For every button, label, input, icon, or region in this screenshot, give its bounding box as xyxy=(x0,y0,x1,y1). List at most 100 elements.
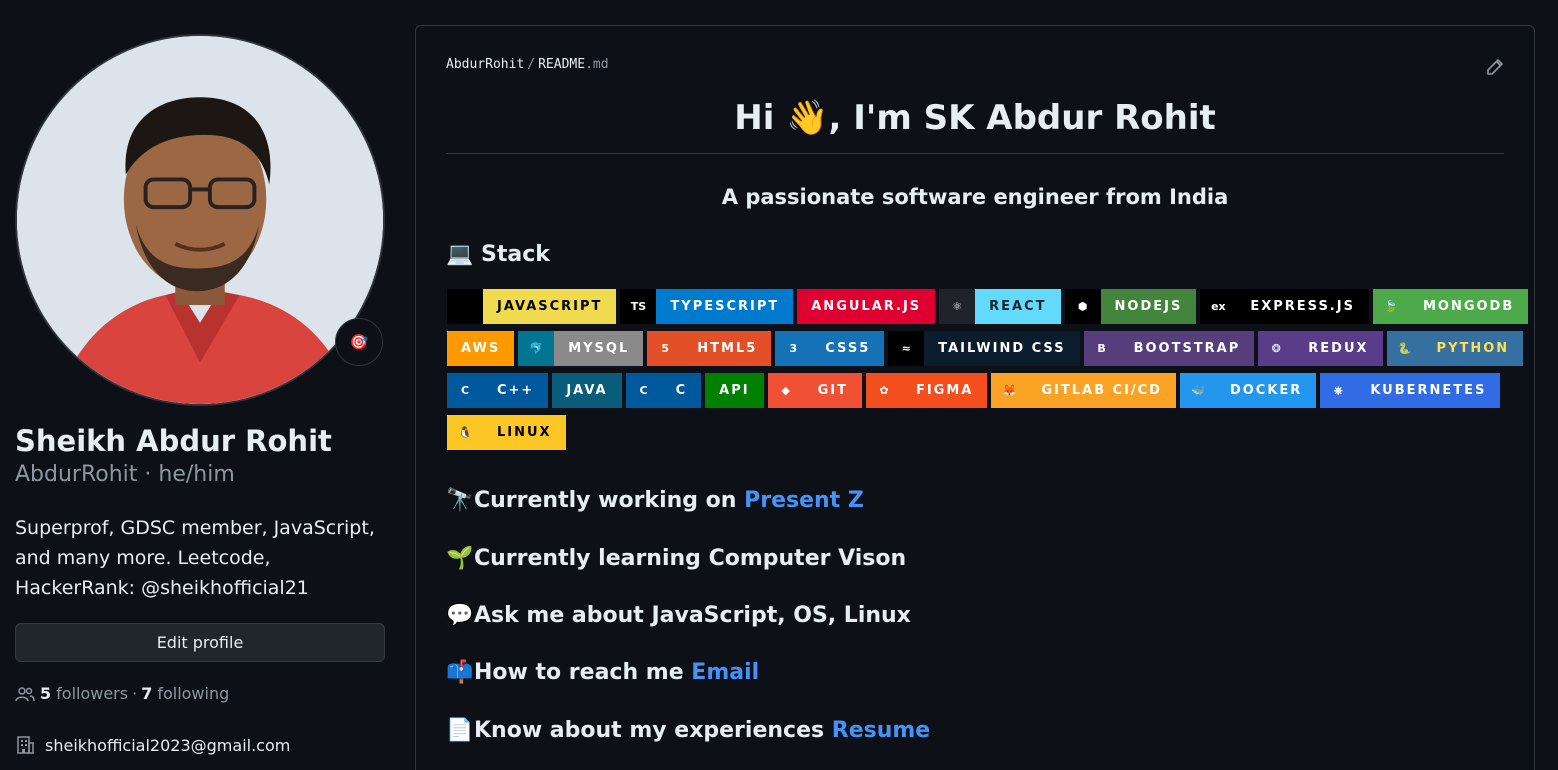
email-link[interactable]: sheikhofficial2023@gmail.com xyxy=(45,736,290,755)
python-logo-icon: 🐍 xyxy=(1386,331,1423,366)
status-emoji-button[interactable]: 🎯 xyxy=(335,318,383,366)
badge-mongodb[interactable]: 🍃 MONGODB xyxy=(1372,289,1529,324)
badge-docker[interactable]: 🐳 DOCKER xyxy=(1179,373,1317,408)
badge-label: TYPESCRIPT xyxy=(656,289,794,324)
badge-label: AWS xyxy=(447,331,515,366)
badge-tailwind-css[interactable]: ≈ TAILWIND CSS xyxy=(888,331,1080,366)
badge-row: 🐧 LINUX xyxy=(447,415,1517,450)
followers-count: 5 xyxy=(40,684,52,703)
nodejs-logo-icon: ⬢ xyxy=(1064,289,1101,324)
badge-label: TAILWIND CSS xyxy=(924,331,1080,366)
css5-logo-icon: 3 xyxy=(775,331,812,366)
working-on-line: 🔭Currently working on Present Z xyxy=(446,488,864,513)
ask-me-line: 💬Ask me about JavaScript, OS, Linux xyxy=(446,603,911,628)
experience-line: 📄Know about my experiences Resume xyxy=(446,718,930,743)
email-readme-link[interactable]: Email xyxy=(691,660,759,685)
badge-nodejs[interactable]: ⬢ NODEJS xyxy=(1064,289,1197,324)
badge-typescript[interactable]: TS TYPESCRIPT xyxy=(620,289,794,324)
badge-label: KUBERNETES xyxy=(1356,373,1501,408)
badge-java[interactable]: JAVA xyxy=(552,373,622,408)
email-row: sheikhofficial2023@gmail.com xyxy=(15,735,290,755)
edit-profile-button[interactable]: Edit profile xyxy=(15,623,385,662)
badge-express-js[interactable]: ex EXPRESS.JS xyxy=(1200,289,1369,324)
following-count: 7 xyxy=(141,684,153,703)
badge-aws[interactable]: AWS xyxy=(447,331,515,366)
badge-label: GIT xyxy=(803,373,862,408)
badge-bootstrap[interactable]: B BOOTSTRAP xyxy=(1083,331,1255,366)
tech-badges: JS JAVASCRIPT TS TYPESCRIPT ANGULAR.JS ⚛ REACT… xyxy=(447,289,1529,457)
badge-row: C C++ JAVA C C API ◆ GIT ✿ FIGMA 🦊 GITLAB CI/CD 🐳 DOC… xyxy=(447,373,1517,408)
linux-logo-icon: 🐧 xyxy=(447,415,483,450)
badge-kubernetes[interactable]: ⎈ KUBERNETES xyxy=(1320,373,1501,408)
badge-redux[interactable]: ❂ REDUX xyxy=(1258,331,1383,366)
badge-label: ANGULAR.JS xyxy=(797,289,936,324)
learning-line: 🌱Currently learning Computer Vison xyxy=(446,546,906,571)
readme-breadcrumb: AbdurRohit / README.md xyxy=(446,57,609,72)
badge-label: FIGMA xyxy=(901,373,988,408)
bootstrap-logo-icon: B xyxy=(1083,331,1120,366)
pencil-icon[interactable] xyxy=(1486,58,1504,76)
mongodb-logo-icon: 🍃 xyxy=(1372,289,1409,324)
badge-html5[interactable]: 5 HTML5 xyxy=(647,331,772,366)
profile-full-name: Sheikh Abdur Rohit xyxy=(15,424,332,458)
badge-label: GITLAB CI/CD xyxy=(1027,373,1176,408)
resume-link[interactable]: Resume xyxy=(832,718,930,743)
c-logo-icon: C xyxy=(447,373,483,408)
badge-react[interactable]: ⚛ REACT xyxy=(939,289,1061,324)
badge-label: C xyxy=(661,373,702,408)
experience-text: Know about my experiences xyxy=(474,718,832,743)
kubernetes-logo-icon: ⎈ xyxy=(1320,373,1357,408)
followers-label: followers xyxy=(56,684,129,703)
badge-label: BOOTSTRAP xyxy=(1119,331,1255,366)
html5-logo-icon: 5 xyxy=(647,331,684,366)
reach-me-line: 📫How to reach me Email xyxy=(446,660,759,685)
badge-row: AWS 🐬 MYSQL 5 HTML5 3 CSS5 ≈ TAILWIND CSS B BOOTST… xyxy=(447,331,1524,366)
followers-link[interactable]: 5 followers xyxy=(40,684,132,703)
express-js-logo-icon: ex xyxy=(1200,289,1237,324)
ask-me-text: Ask me about JavaScript, OS, Linux xyxy=(474,603,911,628)
badge-label: JAVA xyxy=(552,373,622,408)
readme-card: AbdurRohit / README.md Hi 👋, I'm SK Abdur … xyxy=(415,25,1535,770)
avatar-container: 🎯 xyxy=(15,34,385,406)
badge-css5[interactable]: 3 CSS5 xyxy=(775,331,885,366)
figma-logo-icon: ✿ xyxy=(865,373,902,408)
badge-javascript[interactable]: JS JAVASCRIPT xyxy=(447,289,617,324)
badge-c[interactable]: CC xyxy=(625,373,702,408)
badge-angular-js[interactable]: ANGULAR.JS xyxy=(797,289,936,324)
breadcrumb-file-ext: .md xyxy=(585,57,609,72)
badge-label: MYSQL xyxy=(554,331,644,366)
badge-python[interactable]: 🐍 PYTHON xyxy=(1386,331,1524,366)
redux-logo-icon: ❂ xyxy=(1258,331,1295,366)
javascript-logo-icon: JS xyxy=(447,289,483,324)
badge-row: JS JAVASCRIPT TS TYPESCRIPT ANGULAR.JS ⚛ REACT… xyxy=(447,289,1529,324)
badge-label: REDUX xyxy=(1294,331,1383,366)
working-on-text: Currently working on xyxy=(474,488,745,513)
tailwind-css-logo-icon: ≈ xyxy=(888,331,925,366)
badge-linux[interactable]: 🐧 LINUX xyxy=(447,415,566,450)
following-label: following xyxy=(157,684,230,703)
target-icon: 🎯 xyxy=(349,333,369,351)
typescript-logo-icon: TS xyxy=(620,289,657,324)
badge-label: LINUX xyxy=(483,415,566,450)
badge-label: JAVASCRIPT xyxy=(483,289,617,324)
mailbox-icon: 📫 xyxy=(446,660,474,685)
c-logo-icon: C xyxy=(625,373,662,408)
avatar[interactable] xyxy=(15,34,385,406)
badge-api[interactable]: API xyxy=(705,373,764,408)
badge-c[interactable]: C C++ xyxy=(447,373,549,408)
badge-label: DOCKER xyxy=(1215,373,1317,408)
breadcrumb-owner-link[interactable]: AbdurRohit xyxy=(446,57,524,72)
badge-label: HTML5 xyxy=(683,331,772,366)
badge-gitlab-ci-cd[interactable]: 🦊 GITLAB CI/CD xyxy=(991,373,1176,408)
present-z-link[interactable]: Present Z xyxy=(744,488,864,513)
following-link[interactable]: 7 following xyxy=(141,684,233,703)
badge-git[interactable]: ◆ GIT xyxy=(767,373,862,408)
breadcrumb-separator: / xyxy=(527,57,536,72)
follow-separator: · xyxy=(132,684,138,703)
badge-label: API xyxy=(705,373,764,408)
follow-stats: 5 followers · 7 following xyxy=(15,684,233,703)
badge-figma[interactable]: ✿ FIGMA xyxy=(865,373,988,408)
badge-mysql[interactable]: 🐬 MYSQL xyxy=(518,331,644,366)
badge-label: PYTHON xyxy=(1422,331,1524,366)
people-icon xyxy=(15,686,35,701)
